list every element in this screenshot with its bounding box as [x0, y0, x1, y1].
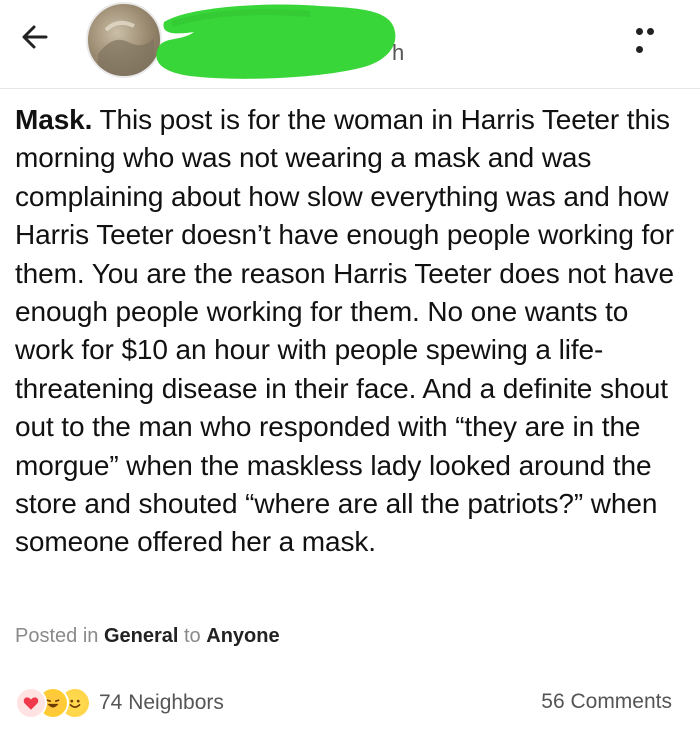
more-horizontal-icon[interactable]: [636, 22, 668, 53]
post-text: This post is for the woman in Harris Tee…: [15, 104, 674, 558]
to-label: to: [184, 625, 201, 647]
reaction-count[interactable]: 74 Neighbors: [99, 691, 224, 715]
name-redaction: [156, 4, 396, 79]
heart-icon: [15, 687, 47, 719]
category-link[interactable]: General: [104, 625, 178, 647]
post-header: h: [0, 0, 700, 89]
posted-in-label: Posted in: [15, 625, 99, 647]
reactions-summary[interactable]: 74 Neighbors: [15, 686, 224, 720]
post-content: Mask. This post is for the woman in Harr…: [15, 101, 687, 562]
comments-link[interactable]: 56 Comments: [541, 690, 672, 714]
audience-link[interactable]: Anyone: [206, 625, 279, 647]
post-meta: Posted in General to Anyone: [15, 625, 280, 648]
post-subject: Mask.: [15, 104, 93, 135]
post-time: h: [392, 40, 405, 65]
arrow-left-icon[interactable]: [18, 20, 52, 54]
